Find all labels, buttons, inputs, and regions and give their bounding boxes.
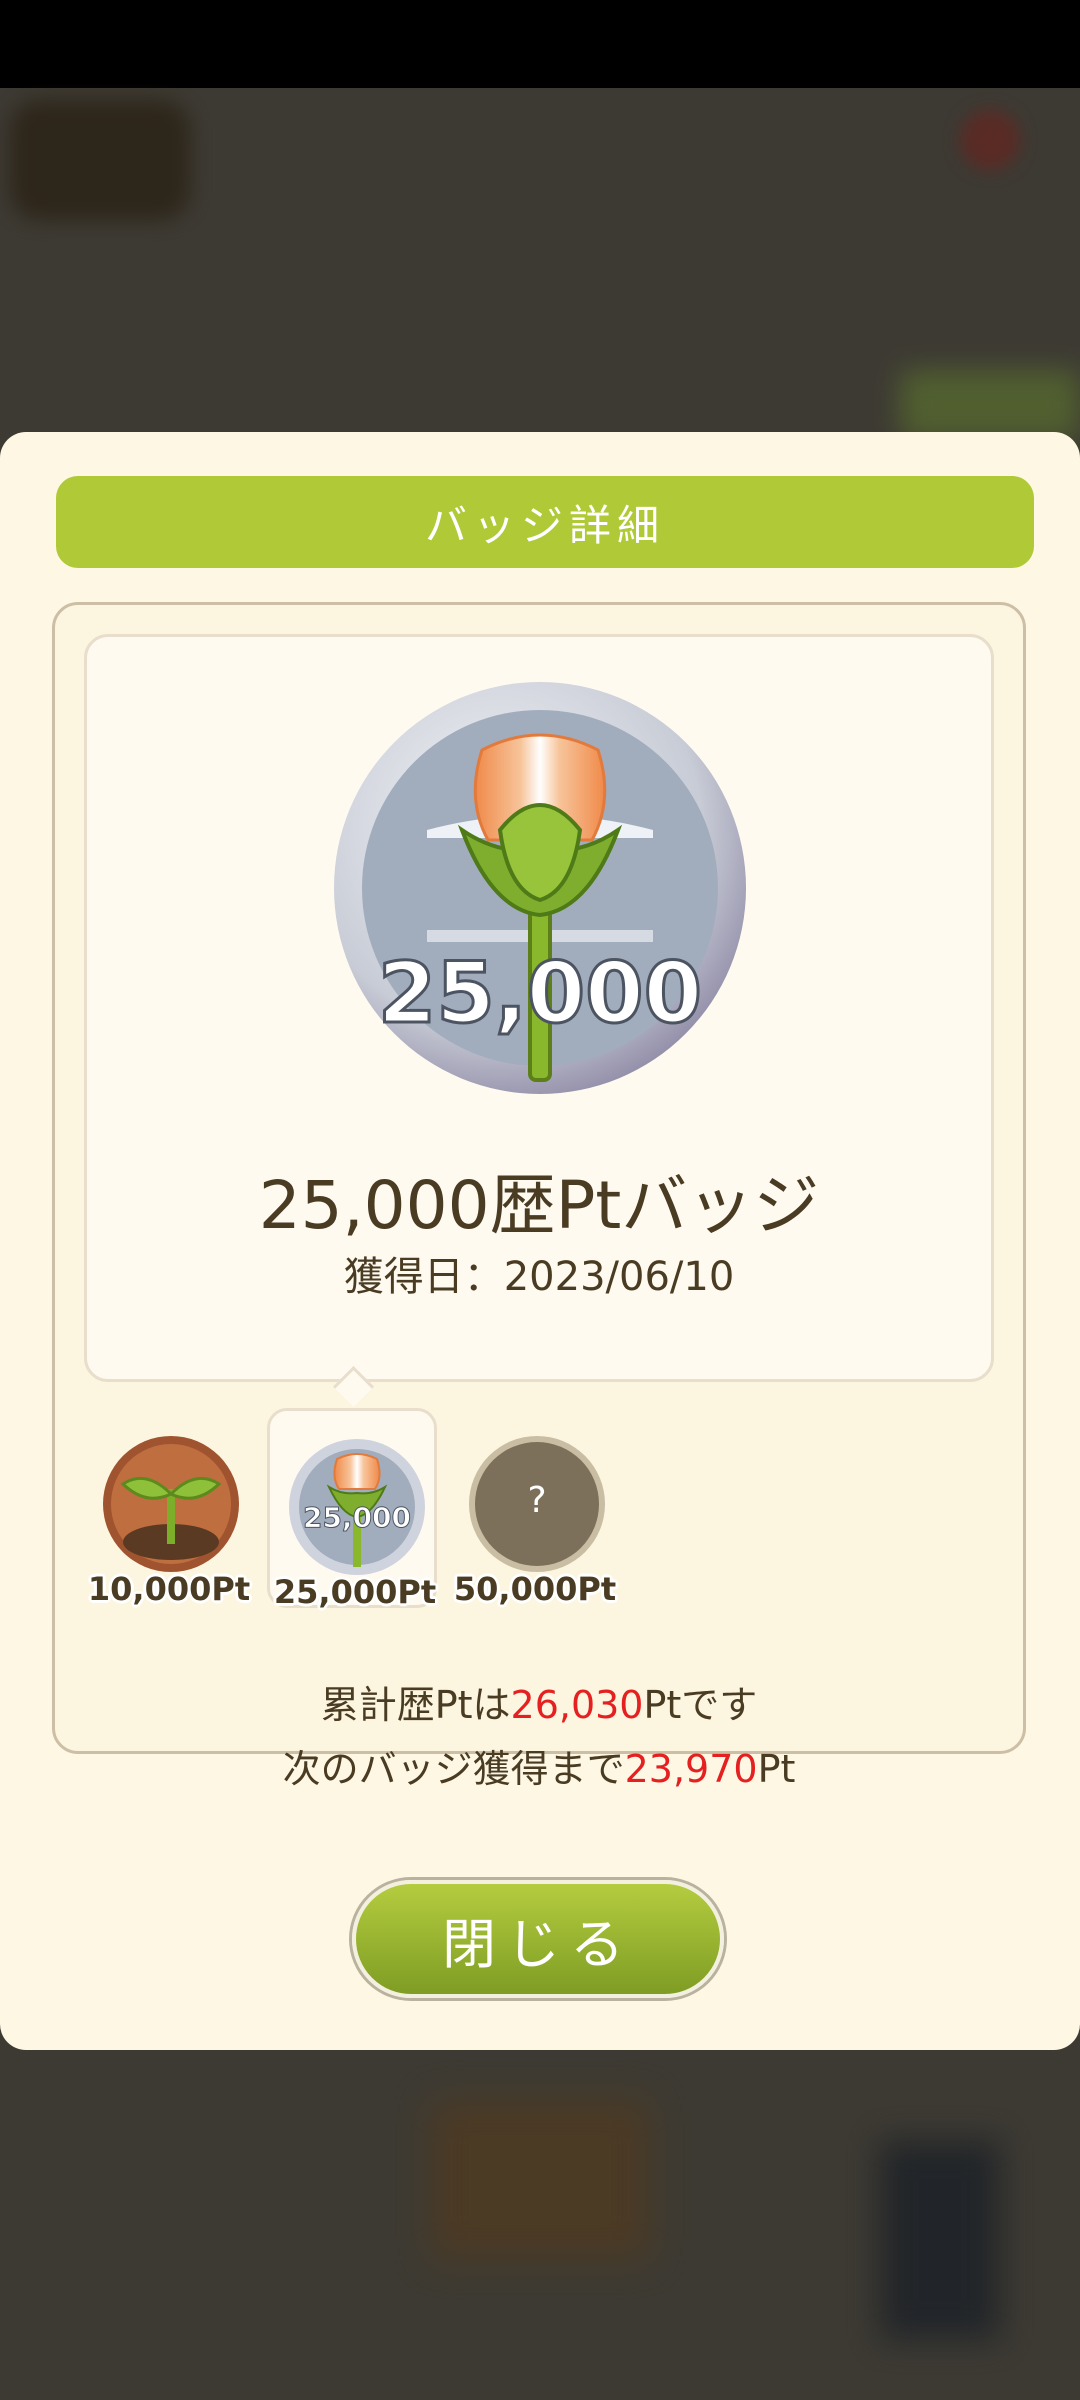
background-blur — [900, 370, 1080, 440]
background-blur — [10, 100, 190, 220]
badge-thumbnail-50000[interactable]: ? 50,000Pt — [450, 1408, 620, 1608]
next-badge-value: 23,970 — [624, 1747, 758, 1791]
badge-thumbnail-10000[interactable]: 10,000Pt — [84, 1408, 254, 1608]
background-blur — [430, 2100, 650, 2260]
question-mark: ? — [527, 1480, 547, 1521]
sprout-icon — [103, 1436, 239, 1572]
background-blur — [880, 2140, 1000, 2340]
close-button[interactable]: 閉じる — [352, 1880, 724, 1998]
total-points-value: 26,030 — [510, 1683, 644, 1727]
badge-thumbnail-25000[interactable]: 25,000 25,000Pt — [267, 1408, 437, 1611]
status-bar — [0, 0, 1080, 88]
total-points-suffix: Ptです — [643, 1683, 758, 1727]
badge-name: 25,000歴Ptバッジ — [258, 1167, 820, 1244]
thumbnail-number: 25,000 — [302, 1501, 412, 1535]
badge-thumbnail-row: 10,000Pt 25,000 25,000Pt ? 50,000Pt — [84, 1408, 684, 1611]
dialog-title: バッジ詳細 — [56, 476, 1034, 568]
total-points-line: 累計歴Ptは26,030Ptです — [84, 1674, 994, 1729]
badge-thumbnail-label: 25,000Pt — [273, 1573, 437, 1611]
next-badge-prefix: 次のバッジ獲得まで — [282, 1747, 625, 1791]
next-badge-line: 次のバッジ獲得まで23,970Pt — [84, 1738, 994, 1793]
badge-earned-date: 獲得日：2023/06/10 — [343, 1254, 735, 1300]
badge-detail-dialog: バッジ詳細 25,000 25,000歴Ptバッジ 獲得日：2023/06/10… — [0, 432, 1080, 2050]
badge-number-label: 25,000 — [376, 943, 703, 1044]
badge-thumbnail-label: 10,000Pt — [87, 1570, 251, 1608]
background-blur — [960, 110, 1020, 170]
total-points-prefix: 累計歴Ptは — [320, 1683, 511, 1727]
badge-thumbnail-label: 50,000Pt — [453, 1570, 617, 1608]
next-badge-suffix: Pt — [757, 1747, 796, 1791]
